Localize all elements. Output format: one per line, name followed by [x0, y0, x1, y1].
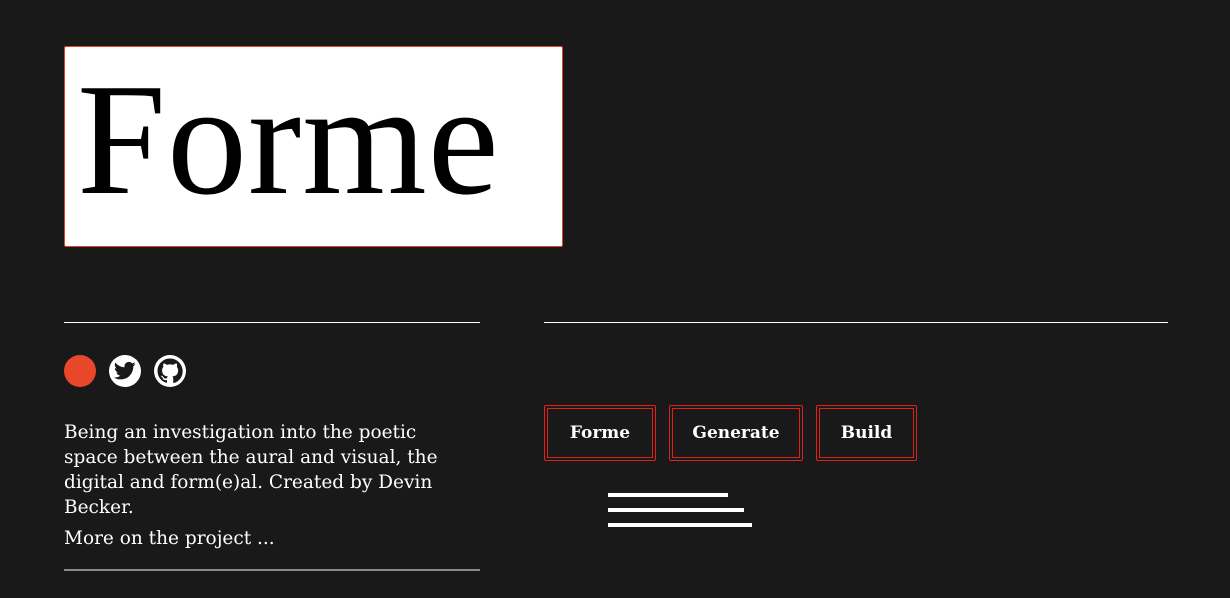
twitter-icon[interactable] [109, 355, 141, 387]
generate-button[interactable]: Generate [669, 405, 803, 461]
menu-bar-top [608, 493, 728, 497]
main-nav: Forme Generate Build [544, 405, 917, 461]
bottom-divider [64, 569, 480, 571]
menu-bar-bottom [608, 523, 752, 527]
forme-button[interactable]: Forme [544, 405, 656, 461]
project-description: Being an investigation into the poetic s… [64, 422, 438, 518]
build-button[interactable]: Build [816, 405, 917, 461]
more-on-project-link[interactable]: More on the project ... [64, 526, 275, 551]
social-links [64, 355, 186, 387]
left-divider [64, 322, 480, 323]
right-divider [544, 322, 1168, 323]
github-octocat-shape [157, 358, 183, 384]
menu-bar-middle [608, 508, 744, 512]
github-icon[interactable] [154, 355, 186, 387]
logo-box: Forme [64, 46, 563, 247]
orange-dot-icon[interactable] [64, 355, 96, 387]
build-button-label: Build [819, 408, 914, 458]
twitter-bird-shape [114, 361, 136, 380]
generate-button-label: Generate [672, 408, 800, 458]
hamburger-menu-icon[interactable] [608, 493, 754, 529]
forme-button-label: Forme [547, 408, 653, 458]
logo-title: Forme [77, 50, 500, 228]
